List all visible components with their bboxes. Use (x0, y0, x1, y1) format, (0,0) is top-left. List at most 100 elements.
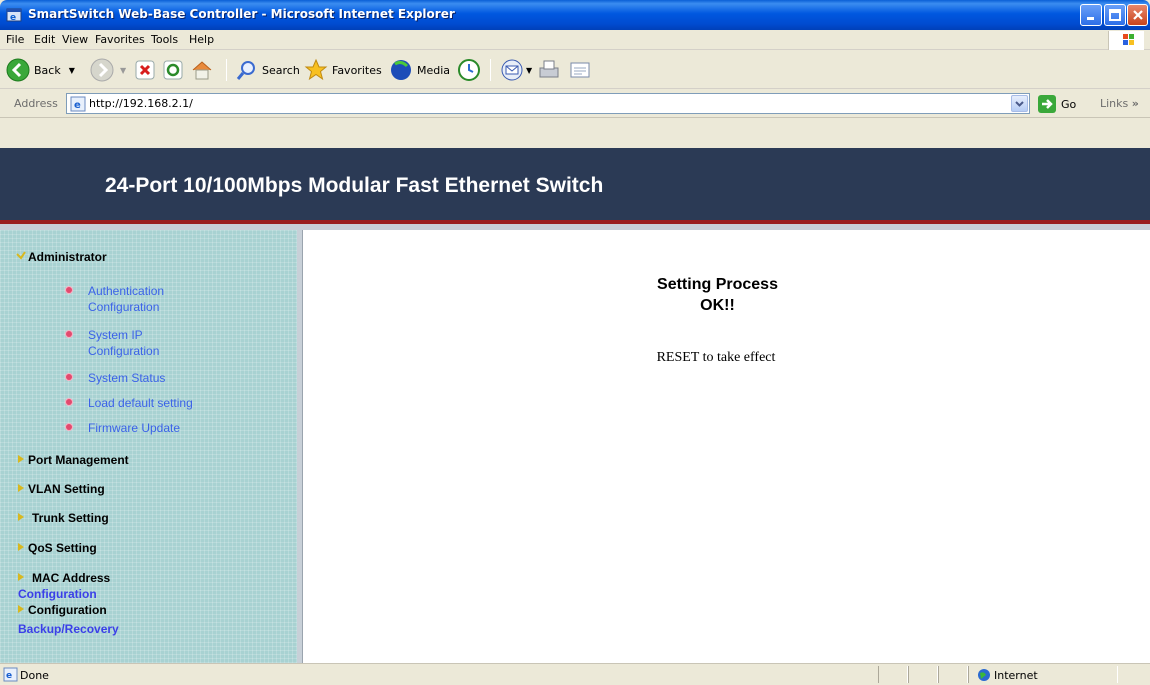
nav-item-line1: Authentication (88, 284, 165, 298)
expanded-arrow-icon (16, 250, 28, 265)
reset-message: RESET to take effect (656, 350, 776, 365)
nav-firmware-update[interactable]: Firmware Update (66, 420, 180, 436)
menu-tools[interactable]: Tools (151, 33, 178, 46)
stop-button[interactable] (134, 58, 156, 82)
menu-help[interactable]: Help (189, 33, 214, 46)
mail-icon (501, 59, 523, 81)
status-bar: e Done Internet (0, 663, 1150, 685)
favorites-button[interactable]: Favorites (304, 58, 382, 82)
refresh-icon (163, 60, 183, 80)
nav-mac-configuration[interactable]: Configuration (18, 587, 97, 601)
banner-title: 24-Port 10/100Mbps Modular Fast Ethernet… (105, 174, 604, 197)
security-zone: Internet (994, 669, 1038, 682)
menu-edit[interactable]: Edit (34, 33, 55, 46)
back-dropdown-icon[interactable]: ▼ (69, 66, 75, 75)
page-title: Setting Process (657, 276, 778, 293)
mail-button[interactable]: ▼ (500, 58, 532, 82)
nav-system-status[interactable]: System Status (66, 370, 165, 386)
links-label: Links (1100, 97, 1129, 110)
collapsed-arrow-icon (16, 453, 28, 468)
stop-icon (135, 60, 155, 80)
back-button[interactable]: Back ▼ (6, 58, 75, 82)
page-icon: e (70, 96, 86, 112)
printer-icon (539, 60, 559, 78)
page-banner: 24-Port 10/100Mbps Modular Fast Ethernet… (0, 148, 1150, 220)
status-text: Done (20, 669, 49, 682)
close-button[interactable] (1127, 4, 1148, 26)
svg-text:e: e (74, 100, 81, 111)
status-pane (908, 666, 938, 683)
toolbar: Back ▼ ▼ Search Favorites Media ▼ (0, 51, 1150, 89)
page-done-icon: e (3, 667, 18, 682)
address-dropdown-button[interactable] (1011, 95, 1028, 112)
links-button[interactable]: Links » (1100, 97, 1139, 110)
toolbar-separator (490, 59, 491, 81)
forward-button[interactable]: ▼ (90, 58, 126, 82)
edit-button[interactable] (568, 58, 592, 82)
nav-configuration[interactable]: Configuration (16, 603, 107, 618)
nav-authentication-configuration[interactable]: Authentication Configuration (66, 283, 164, 315)
print-button[interactable] (537, 58, 561, 82)
back-arrow-icon (6, 58, 30, 82)
forward-arrow-icon (90, 58, 114, 82)
menu-file[interactable]: File (6, 33, 24, 46)
history-button[interactable] (457, 58, 481, 82)
globe-icon (978, 669, 990, 681)
chevron-down-icon (1015, 101, 1024, 107)
media-label: Media (417, 63, 451, 77)
title-bar: e SmartSwitch Web-Base Controller - Micr… (0, 0, 1150, 30)
forward-dropdown-icon[interactable]: ▼ (120, 66, 126, 75)
nav-port-management[interactable]: Port Management (16, 453, 129, 468)
favorites-label: Favorites (332, 63, 382, 77)
nav-trunk-setting-label: Trunk Setting (32, 511, 109, 525)
go-arrow-icon (1038, 95, 1056, 113)
bullet-icon (66, 399, 72, 405)
status-pane (878, 666, 908, 683)
nav-mac-address-label: MAC Address (32, 571, 111, 585)
search-button[interactable]: Search (236, 58, 300, 82)
nav-system-ip-configuration[interactable]: System IP Configuration (66, 327, 159, 359)
mail-dropdown-icon[interactable]: ▼ (526, 66, 532, 75)
media-button[interactable]: Media (389, 58, 450, 82)
nav-item-line1: System IP (88, 328, 143, 342)
bullet-icon (66, 287, 72, 293)
bullet-icon (66, 331, 72, 337)
svg-text:e: e (10, 13, 16, 23)
bullet-icon (66, 424, 72, 430)
nav-port-management-label: Port Management (28, 453, 129, 467)
windows-logo-icon (1108, 31, 1144, 50)
nav-backup-recovery[interactable]: Backup/Recovery (18, 622, 119, 636)
star-icon (304, 58, 328, 81)
nav-vlan-setting[interactable]: VLAN Setting (16, 482, 105, 497)
back-label: Back (34, 63, 61, 77)
minimize-button[interactable] (1080, 4, 1102, 26)
page-subtitle: OK!! (700, 297, 735, 314)
sidebar-frame-edge (297, 230, 303, 663)
svg-text:e: e (6, 671, 12, 681)
collapsed-arrow-icon (16, 603, 28, 618)
history-icon (458, 59, 480, 81)
bullet-icon (66, 374, 72, 380)
nav-qos-setting[interactable]: QoS Setting (16, 541, 97, 556)
nav-configuration-label: Configuration (28, 603, 107, 617)
menu-view[interactable]: View (62, 33, 88, 46)
menu-bar: File Edit View Favorites Tools Help (0, 30, 1150, 50)
nav-load-default-setting[interactable]: Load default setting (66, 395, 193, 411)
search-label: Search (262, 63, 300, 77)
search-icon (236, 61, 255, 80)
menu-favorites[interactable]: Favorites (95, 33, 145, 46)
minimize-icon (1087, 17, 1094, 20)
nav-mac-address[interactable]: MAC Address (16, 571, 110, 586)
address-input[interactable]: e http://192.168.2.1/ (66, 93, 1030, 114)
collapsed-arrow-icon (16, 482, 28, 497)
nav-item-label: Load default setting (88, 396, 193, 410)
nav-trunk-setting[interactable]: Trunk Setting (16, 511, 109, 526)
refresh-button[interactable] (162, 58, 184, 82)
home-button[interactable] (190, 58, 214, 82)
collapsed-arrow-icon (16, 571, 28, 586)
nav-administrator[interactable]: Administrator (16, 250, 107, 265)
maximize-button[interactable] (1104, 4, 1126, 26)
nav-item-label: System Status (88, 371, 166, 385)
go-button[interactable]: Go (1037, 94, 1076, 114)
edit-page-icon (570, 62, 590, 78)
